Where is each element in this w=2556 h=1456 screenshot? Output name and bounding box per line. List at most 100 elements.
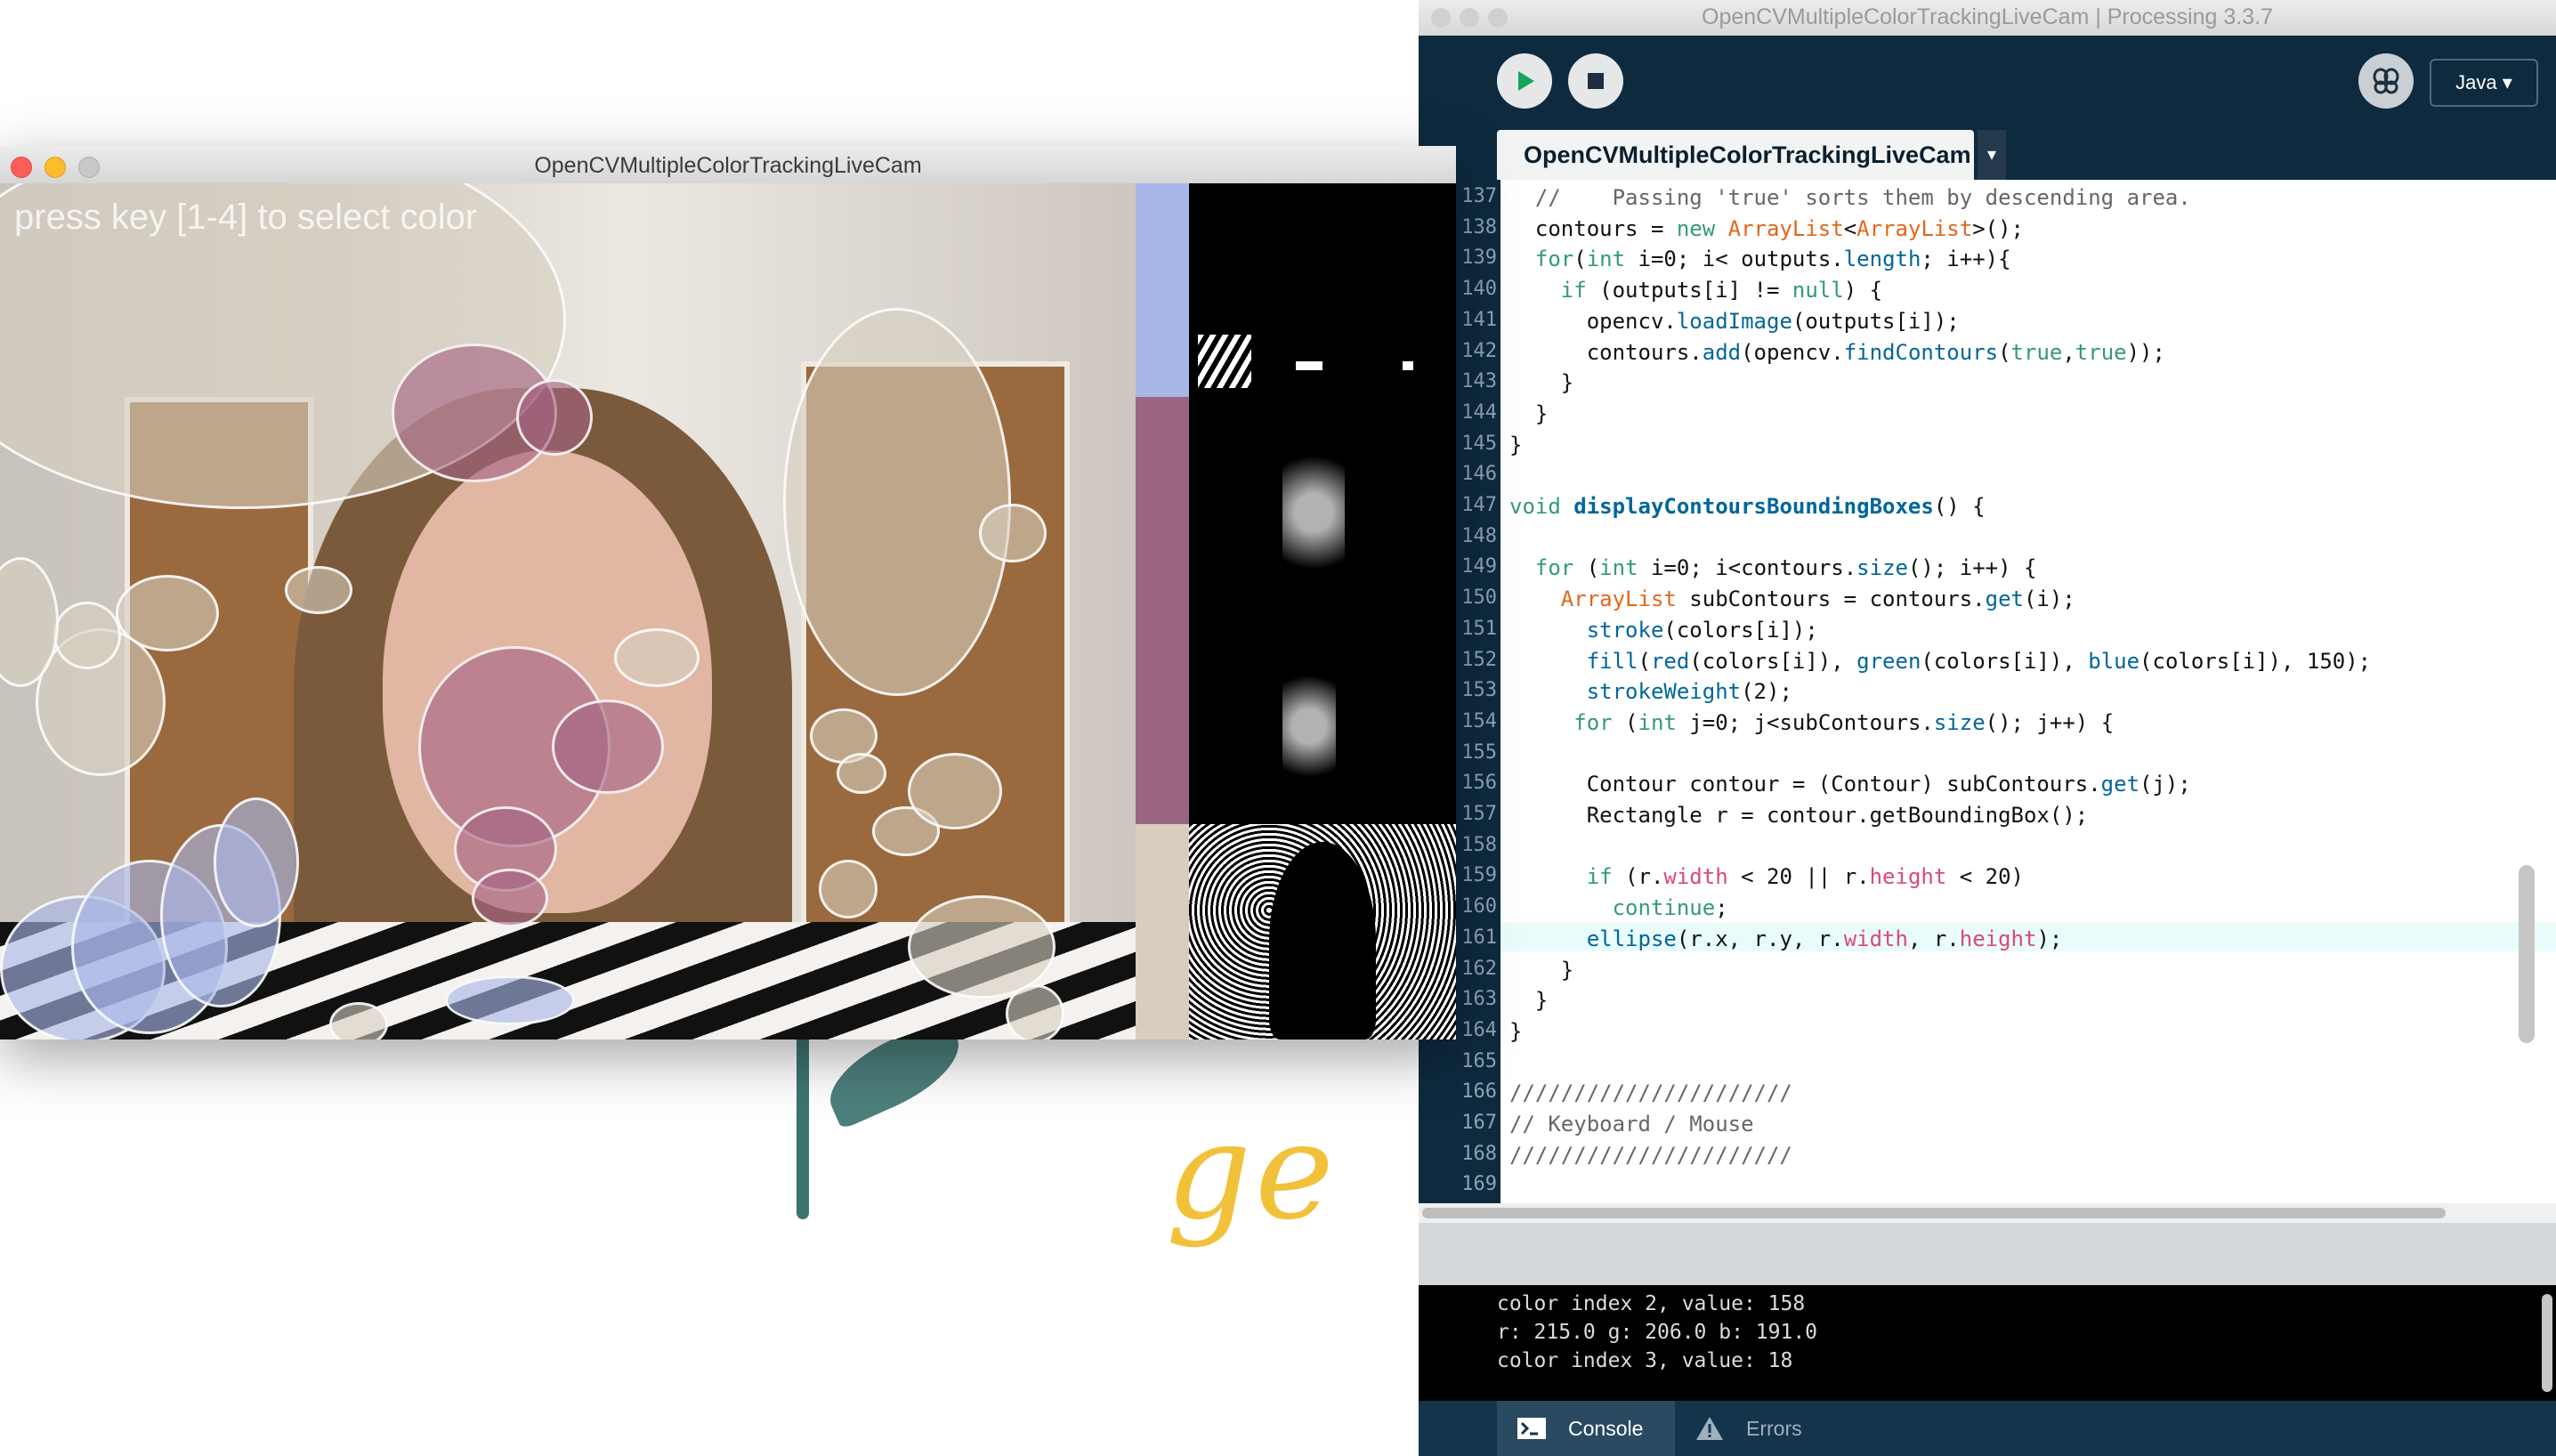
tracked-blob: [614, 628, 700, 687]
threshold-mask-4: [1189, 824, 1456, 1039]
tracked-blob: [837, 753, 886, 794]
ide-window-title: OpenCVMultipleColorTrackingLiveCam | Pro…: [1702, 4, 2273, 29]
console-line: color index 3, value: 18: [1497, 1349, 1793, 1372]
tracked-blob: [908, 895, 1056, 999]
code-line[interactable]: }: [1509, 401, 2542, 426]
tab-errors[interactable]: Errors: [1675, 1401, 1835, 1456]
mode-selector[interactable]: Java ▾: [2430, 59, 2538, 107]
chevron-down-icon: ▾: [1986, 145, 1997, 165]
warning-icon: [1696, 1417, 1723, 1440]
code-line[interactable]: ArrayList subContours = contours.get(i);: [1509, 586, 2542, 611]
tracked-blob: [445, 975, 575, 1025]
color-swatch-1[interactable]: [1136, 183, 1189, 397]
threshold-mask-2: [1189, 397, 1456, 611]
code-line[interactable]: ellipse(r.x, r.y, r.width, r.height);: [1509, 926, 2542, 951]
sketch-titlebar: OpenCVMultipleColorTrackingLiveCam: [0, 146, 1456, 184]
wallpaper-script-glyph: ge: [1166, 1095, 1338, 1250]
processing-ide-window: OpenCVMultipleColorTrackingLiveCam | Pro…: [1419, 0, 2556, 1456]
tracked-blob: [516, 379, 593, 456]
tracked-blob: [1006, 984, 1064, 1039]
code-line[interactable]: // Passing 'true' sorts them by descendi…: [1509, 185, 2542, 210]
color-swatch-3[interactable]: [1136, 611, 1189, 824]
code-line[interactable]: continue;: [1509, 895, 2542, 920]
color-swatch-2[interactable]: [1136, 397, 1189, 611]
threshold-mask-column: [1189, 183, 1456, 1039]
tab-sketch-main[interactable]: OpenCVMultipleColorTrackingLiveCam: [1497, 130, 1974, 180]
tracked-blob: [552, 700, 664, 794]
code-line[interactable]: stroke(colors[i]);: [1509, 618, 2542, 643]
code-line[interactable]: strokeWeight(2);: [1509, 679, 2542, 704]
line-number: 168: [1461, 1142, 1497, 1165]
code-line[interactable]: contours = new ArrayList<ArrayList>();: [1509, 216, 2542, 241]
code-line[interactable]: opencv.loadImage(outputs[i]);: [1509, 309, 2542, 334]
code-line[interactable]: Contour contour = (Contour) subContours.…: [1509, 772, 2542, 797]
code-line[interactable]: for(int i=0; i< outputs.length; i++){: [1509, 247, 2542, 271]
play-icon: [1518, 71, 1534, 91]
code-editor[interactable]: 137 138 139 140 141 142 143 144 145 146 147 148 149 1…: [1419, 180, 2556, 1291]
code-line[interactable]: for (int i=0; i<contours.size(); i++) {: [1509, 555, 2542, 580]
run-button[interactable]: [1497, 53, 1552, 109]
editor-horizontal-scrollbar[interactable]: [1419, 1203, 2556, 1223]
editor-vertical-scrollbar[interactable]: [2519, 865, 2535, 1043]
line-number: 165: [1461, 1049, 1497, 1072]
line-number: 166: [1461, 1080, 1497, 1104]
code-line[interactable]: //////////////////////: [1509, 1080, 2542, 1105]
ide-toolbar: Java ▾: [1419, 36, 2556, 133]
code-line[interactable]: contours.add(opencv.findContours(true,tr…: [1509, 340, 2542, 365]
threshold-mask-1: [1189, 183, 1456, 397]
mask-speck: [1282, 424, 1345, 602]
code-line[interactable]: if (outputs[i] != null) {: [1509, 278, 2542, 303]
instruction-overlay: press key [1-4] to select color: [14, 198, 478, 237]
tracked-blob: [908, 753, 1002, 829]
tracked-blob: [979, 504, 1047, 562]
mask-speck: [1296, 361, 1322, 370]
code-line[interactable]: // Keyboard / Mouse: [1509, 1112, 2542, 1136]
console-tab-bar: Console Errors: [1419, 1401, 2556, 1456]
code-line[interactable]: fill(red(colors[i]), green(colors[i]), b…: [1509, 649, 2542, 674]
errors-tab-label: Errors: [1746, 1417, 1802, 1440]
tracked-blob: [53, 602, 121, 669]
tab-menu-button[interactable]: ▾: [1978, 130, 2006, 180]
console-divider[interactable]: [1419, 1223, 2556, 1285]
horizontal-scroll-thumb[interactable]: [1422, 1208, 2446, 1218]
tracked-blob: [214, 797, 299, 927]
code-line[interactable]: }: [1509, 370, 2542, 395]
code-line[interactable]: }: [1509, 958, 2542, 983]
code-line[interactable]: void displayContoursBoundingBoxes() {: [1509, 494, 2542, 519]
console-tab-label: Console: [1568, 1417, 1644, 1440]
webcam-feed[interactable]: press key [1-4] to select color: [0, 183, 1136, 1039]
tracked-blob: [472, 869, 548, 927]
line-number: 167: [1461, 1112, 1497, 1134]
code-line[interactable]: Rectangle r = contour.getBoundingBox();: [1509, 803, 2542, 828]
tracked-blob: [116, 575, 219, 651]
stop-icon: [1588, 73, 1604, 89]
ide-titlebar: OpenCVMultipleColorTrackingLiveCam | Pro…: [1419, 0, 2556, 36]
color-swatch-4[interactable]: [1136, 824, 1189, 1039]
stop-button[interactable]: [1568, 53, 1623, 109]
tracked-blob: [285, 566, 352, 614]
terminal-icon: [1517, 1418, 1546, 1439]
wallpaper-plant-stem: [797, 1032, 809, 1219]
code-line[interactable]: }: [1509, 988, 2542, 1013]
threshold-mask-3: [1189, 611, 1456, 824]
mask-speck: [1282, 646, 1336, 806]
console-line: color index 2, value: 158: [1497, 1292, 1806, 1315]
console-scrollbar[interactable]: [2542, 1294, 2552, 1392]
debug-button[interactable]: [2358, 53, 2414, 109]
code-line[interactable]: for (int j=0; j<subContours.size(); j++)…: [1509, 710, 2542, 735]
sketch-tab-row: OpenCVMultipleColorTrackingLiveCam ▾: [1419, 130, 2556, 180]
mask-speck: [1198, 335, 1251, 388]
sketch-window: OpenCVMultipleColorTrackingLiveCam press…: [0, 146, 1456, 1039]
butterfly-debug-icon: [2373, 68, 2399, 94]
line-number: 169: [1461, 1173, 1497, 1196]
tracked-blob: [329, 1002, 388, 1039]
color-swatch-column: [1136, 183, 1189, 1039]
code-line[interactable]: }: [1509, 1019, 2542, 1044]
console-line: r: 215.0 g: 206.0 b: 191.0: [1497, 1321, 1818, 1344]
tracked-blob: [819, 860, 878, 918]
code-line[interactable]: if (r.width < 20 || r.height < 20): [1509, 864, 2542, 889]
code-line[interactable]: }: [1509, 433, 2542, 457]
code-line[interactable]: //////////////////////: [1509, 1143, 2542, 1168]
tab-console[interactable]: Console: [1497, 1401, 1675, 1456]
mask-speck: [1403, 361, 1413, 370]
